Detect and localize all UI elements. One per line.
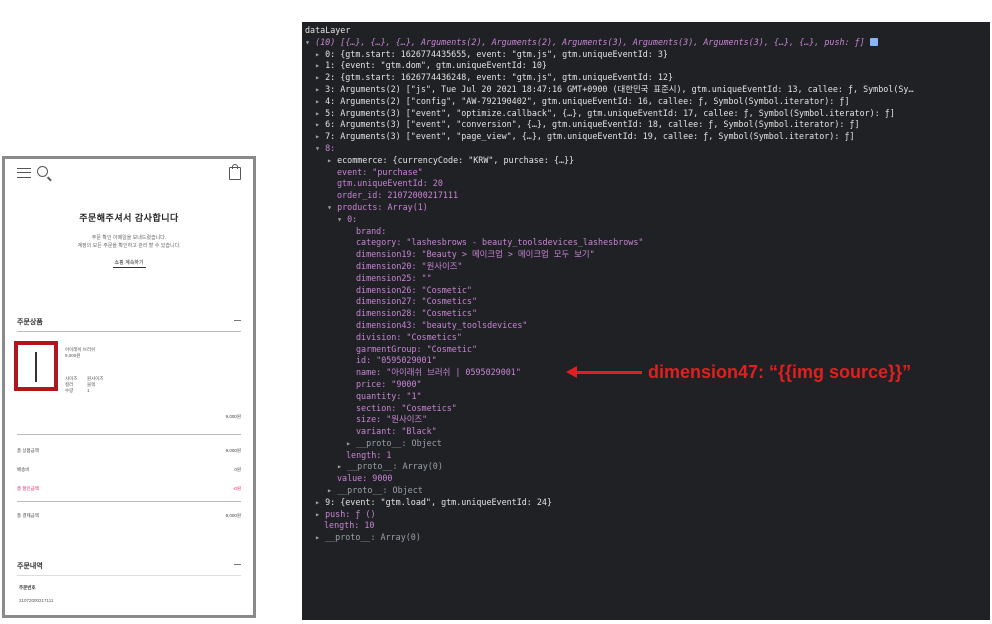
menu-icon[interactable] <box>17 168 31 178</box>
proto-entry[interactable]: ▸ __proto__: Object <box>302 438 990 450</box>
product-field: dimension20: "원사이즈" <box>356 260 463 271</box>
continue-shopping-link[interactable]: 쇼핑 계속하기 <box>5 259 253 268</box>
console-entry[interactable]: ▸ 2: {gtm.start: 1626774436248, event: "… <box>302 72 990 84</box>
product-thumbnail-highlight <box>14 341 58 391</box>
console-entry[interactable]: ▸ 1: {event: "gtm.dom", gtm.uniqueEventI… <box>302 60 990 72</box>
devtools-console: dataLayer ▾ (10) [{…}, {…}, {…}, Argumen… <box>302 22 990 620</box>
subtotal-row: 총 상품금액 9,000원 <box>17 448 241 453</box>
mobile-header <box>5 159 253 187</box>
confirmation-message: 주문 확인 이메일을 보내드렸습니다. 계정의 모든 주문을 확인하고 관리 할… <box>77 235 181 249</box>
proto-entry[interactable]: ▸ __proto__: Array(0) <box>302 461 990 473</box>
divider <box>17 331 241 332</box>
brush-image <box>35 352 37 382</box>
product-field: dimension43: "beauty_toolsdevices" <box>356 319 528 330</box>
event-field: event: "purchase" <box>337 166 423 177</box>
console-header: dataLayer <box>305 25 351 35</box>
console-entry[interactable]: ▸ 0: {gtm.start: 1626774435655, event: "… <box>302 49 990 61</box>
value-field: value: 9000 <box>337 473 393 484</box>
arrow-shaft <box>576 371 642 374</box>
page-title: 주문해주셔서 감사합니다 <box>79 213 179 223</box>
product-section-header[interactable]: 주문상품 <box>17 317 241 327</box>
length-field: length: 10 <box>324 520 375 531</box>
divider <box>17 434 241 435</box>
shipping-row: 배송비 0원 <box>17 467 241 472</box>
product-field: dimension25: "" <box>356 272 432 283</box>
divider <box>17 575 241 576</box>
info-icon[interactable] <box>869 37 878 46</box>
product-field: quantity: "1" <box>356 390 422 401</box>
ecommerce-entry[interactable]: ▸ ecommerce: {currencyCode: "KRW", purch… <box>302 155 990 167</box>
product-field: dimension19: "Beauty > 메이크업 > 메이크업 모두 보기… <box>356 249 595 260</box>
console-entry[interactable]: ▸ 4: Arguments(2) ["config", "AW-7921904… <box>302 96 990 108</box>
console-entry[interactable]: ▸ 5: Arguments(3) ["event", "optimize.ca… <box>302 108 990 120</box>
discount-row: 총 할인금액 -0원 <box>17 486 241 491</box>
product-0-entry[interactable]: ▾ 0: <box>302 214 990 226</box>
proto-entry[interactable]: ▸ __proto__: Object <box>302 485 990 497</box>
push-entry[interactable]: ▸ push: ƒ () <box>302 509 990 521</box>
product-field: category: "lashesbrows - beauty_toolsdev… <box>356 237 644 248</box>
product-field: dimension26: "Cosmetic" <box>356 284 472 295</box>
product-field: size: "원사이즈" <box>356 414 428 425</box>
search-icon[interactable] <box>37 166 48 177</box>
length-field: length: 1 <box>346 449 392 460</box>
total-row: 총 결제금액 9,000원 <box>17 513 241 518</box>
product-field: division: "Cosmetics" <box>356 331 462 342</box>
collapse-icon[interactable] <box>234 564 241 565</box>
console-entry[interactable]: ▸ 6: Arguments(3) ["event", "conversion"… <box>302 119 990 131</box>
console-entry[interactable]: ▸ 3: Arguments(2) ["js", Tue Jul 20 2021… <box>302 84 990 96</box>
gtm-id-field: gtm.uniqueEventId: 20 <box>337 178 443 189</box>
annotation-text: dimension47: “{{img source}}” <box>648 362 912 382</box>
product-field: dimension27: "Cosmetics" <box>356 296 478 307</box>
product-options-labels: 사이즈 컬러 수량 <box>65 376 78 393</box>
proto-entry[interactable]: ▸ __proto__: Array(0) <box>302 532 990 544</box>
products-entry[interactable]: ▾ products: Array(1) <box>302 202 990 214</box>
collapse-icon[interactable] <box>234 320 241 321</box>
divider <box>17 501 241 502</box>
datalayer-summary[interactable]: ▾ (10) [{…}, {…}, {…}, Arguments(2), Arg… <box>302 37 990 49</box>
order-section-header[interactable]: 주문내역 <box>17 561 241 571</box>
product-field: brand: <box>356 225 387 236</box>
console-entry[interactable]: ▸ 9: {event: "gtm.load", gtm.uniqueEvent… <box>302 497 990 509</box>
product-options-values: 원사이즈 블랙 1 <box>87 376 104 393</box>
order-number-value: 21072000217111 <box>19 598 54 603</box>
product-info: 아이래쉬 브러쉬 9,000원 <box>65 347 95 359</box>
shopping-bag-icon[interactable] <box>229 164 241 180</box>
console-entry[interactable]: ▸ 7: Arguments(3) ["event", "page_view",… <box>302 131 990 143</box>
order-id-field: order_id: 21072000217111 <box>337 190 459 201</box>
product-price: 9,000원 <box>65 353 81 358</box>
mobile-order-confirmation: 주문해주셔서 감사합니다 주문 확인 이메일을 보내드렸습니다. 계정의 모든 … <box>2 156 256 618</box>
product-field: variant: "Black" <box>356 426 437 437</box>
product-field: dimension28: "Cosmetics" <box>356 308 478 319</box>
order-number-label: 주문번호 <box>19 585 36 590</box>
annotation-callout: dimension47: “{{img source}}” <box>566 361 986 385</box>
product-field: garmentGroup: "Cosmetic" <box>356 343 478 354</box>
console-entry-expanded[interactable]: ▾ 8: <box>302 143 990 155</box>
product-field: section: "Cosmetics" <box>356 402 457 413</box>
